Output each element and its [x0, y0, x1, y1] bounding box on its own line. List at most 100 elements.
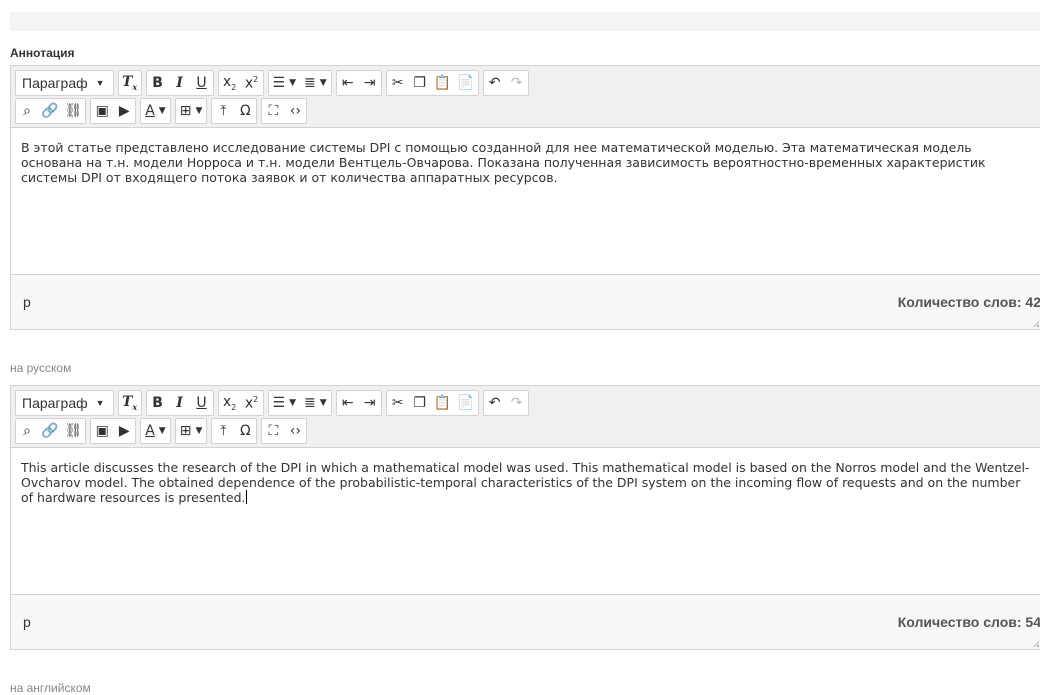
text-color-button[interactable]: A ▼	[141, 99, 170, 123]
format-select[interactable]: Параграф ▼	[16, 71, 113, 95]
superscript-button[interactable]: x2	[241, 71, 263, 95]
editor-content[interactable]: This article discusses the research of t…	[11, 448, 1040, 595]
numbered-list-icon: ≣	[304, 395, 316, 411]
redo-icon: ↷	[510, 75, 523, 91]
lang-label: на английском	[10, 681, 91, 695]
preview-button[interactable]: ⌕	[16, 99, 38, 123]
paste-button[interactable]: 📋	[431, 391, 454, 415]
statusbar: p Количество слов: 54	[11, 595, 1040, 649]
italic-button[interactable]: I	[169, 71, 191, 95]
link-icon: 🔗	[41, 423, 59, 439]
outdent-icon: ⇤	[341, 75, 354, 91]
indent-button[interactable]: ⇥	[359, 71, 381, 95]
status-path[interactable]: p	[23, 294, 31, 310]
lang-label: на русском	[10, 361, 72, 375]
image-button[interactable]: ▣	[91, 419, 113, 443]
paste-text-icon: 📄	[457, 75, 475, 91]
upload-icon: ⤒	[220, 423, 227, 439]
redo-icon: ↷	[510, 395, 523, 411]
copy-button[interactable]: ❐	[409, 71, 431, 95]
numbered-list-button[interactable]: ≣ ▼	[300, 391, 331, 415]
superscript-button[interactable]: x2	[241, 391, 263, 415]
fullscreen-icon: ⛶	[268, 423, 279, 439]
indent-button[interactable]: ⇥	[359, 391, 381, 415]
statusbar: p Количество слов: 42	[11, 275, 1040, 329]
bold-icon: B	[152, 75, 163, 91]
code-icon: ‹›	[289, 103, 301, 119]
unlink-icon: ⛓	[64, 423, 83, 439]
link-button[interactable]: 🔗	[38, 419, 61, 443]
subscript-button[interactable]: x2	[219, 71, 241, 95]
italic-button[interactable]: I	[169, 391, 191, 415]
source-code-button[interactable]: ‹›	[284, 419, 306, 443]
preview-button[interactable]: ⌕	[16, 419, 38, 443]
upload-button[interactable]: ⤒	[212, 419, 234, 443]
bullet-list-button[interactable]: ☰ ▼	[269, 391, 300, 415]
undo-icon: ↶	[488, 75, 501, 91]
unlink-button[interactable]: ⛓	[61, 99, 85, 123]
table-icon: ⊞	[179, 423, 192, 439]
table-button[interactable]: ⊞ ▼	[176, 99, 207, 123]
resize-handle-icon[interactable]	[1031, 319, 1039, 327]
editor-ru: Параграф▼ Tx B I U x2 x2 ☰▼ ≣▼ ⇤ ⇥ ✂	[10, 65, 1040, 330]
link-icon: 🔗	[41, 103, 59, 119]
editor-en: Параграф▼ Tx B I U x2 x2 ☰▼ ≣▼ ⇤ ⇥ ✂	[10, 385, 1040, 650]
media-button[interactable]: ▶	[113, 99, 135, 123]
redo-button[interactable]: ↷	[506, 391, 528, 415]
outdent-button[interactable]: ⇤	[337, 391, 359, 415]
redo-button[interactable]: ↷	[506, 71, 528, 95]
unlink-icon: ⛓	[64, 103, 83, 119]
numbered-list-button[interactable]: ≣ ▼	[300, 71, 331, 95]
clear-formatting-button[interactable]: Tx	[119, 71, 141, 95]
cut-button[interactable]: ✂	[387, 391, 409, 415]
clear-formatting-button[interactable]: Tx	[119, 391, 141, 415]
text-cursor	[245, 490, 247, 504]
underline-button[interactable]: U	[191, 391, 213, 415]
chevron-down-icon: ▼	[95, 398, 105, 408]
text-color-button[interactable]: A ▼	[141, 419, 170, 443]
bold-button[interactable]: B	[147, 71, 169, 95]
image-button[interactable]: ▣	[91, 99, 113, 123]
editor-content[interactable]: В этой статье представлено исследование …	[11, 128, 1040, 275]
cut-button[interactable]: ✂	[387, 71, 409, 95]
chevron-down-icon: ▼	[158, 106, 166, 116]
chevron-down-icon: ▼	[289, 398, 297, 408]
status-path[interactable]: p	[23, 614, 31, 630]
upload-button[interactable]: ⤒	[212, 99, 234, 123]
word-count: Количество слов: 54	[897, 614, 1040, 630]
bullet-list-icon: ☰	[272, 395, 286, 411]
media-button[interactable]: ▶	[113, 419, 135, 443]
link-button[interactable]: 🔗	[38, 99, 61, 123]
format-select[interactable]: Параграф ▼	[16, 391, 113, 415]
outdent-button[interactable]: ⇤	[337, 71, 359, 95]
top-bar	[10, 12, 1040, 31]
fullscreen-button[interactable]: ⛶	[262, 99, 284, 123]
image-icon: ▣	[95, 423, 109, 439]
format-select-label: Параграф	[22, 395, 88, 411]
bold-button[interactable]: B	[147, 391, 169, 415]
underline-button[interactable]: U	[191, 71, 213, 95]
resize-handle-icon[interactable]	[1031, 639, 1039, 647]
omega-icon: Ω	[240, 423, 251, 439]
paste-text-icon: 📄	[457, 395, 475, 411]
editor-text: This article discusses the research of t…	[21, 460, 1030, 505]
fullscreen-icon: ⛶	[268, 103, 279, 119]
copy-button[interactable]: ❐	[409, 391, 431, 415]
undo-button[interactable]: ↶	[484, 71, 506, 95]
paste-text-button[interactable]: 📄	[454, 391, 477, 415]
subscript-button[interactable]: x2	[219, 391, 241, 415]
paste-text-button[interactable]: 📄	[454, 71, 477, 95]
undo-button[interactable]: ↶	[484, 391, 506, 415]
paste-button[interactable]: 📋	[431, 71, 454, 95]
fullscreen-button[interactable]: ⛶	[262, 419, 284, 443]
indent-icon: ⇥	[363, 395, 376, 411]
text-color-icon: A	[145, 103, 155, 119]
bullet-list-button[interactable]: ☰ ▼	[269, 71, 300, 95]
chevron-down-icon: ▼	[289, 78, 297, 88]
bullet-list-icon: ☰	[272, 75, 286, 91]
special-char-button[interactable]: Ω	[234, 99, 256, 123]
source-code-button[interactable]: ‹›	[284, 99, 306, 123]
special-char-button[interactable]: Ω	[234, 419, 256, 443]
unlink-button[interactable]: ⛓	[61, 419, 85, 443]
table-button[interactable]: ⊞ ▼	[176, 419, 207, 443]
